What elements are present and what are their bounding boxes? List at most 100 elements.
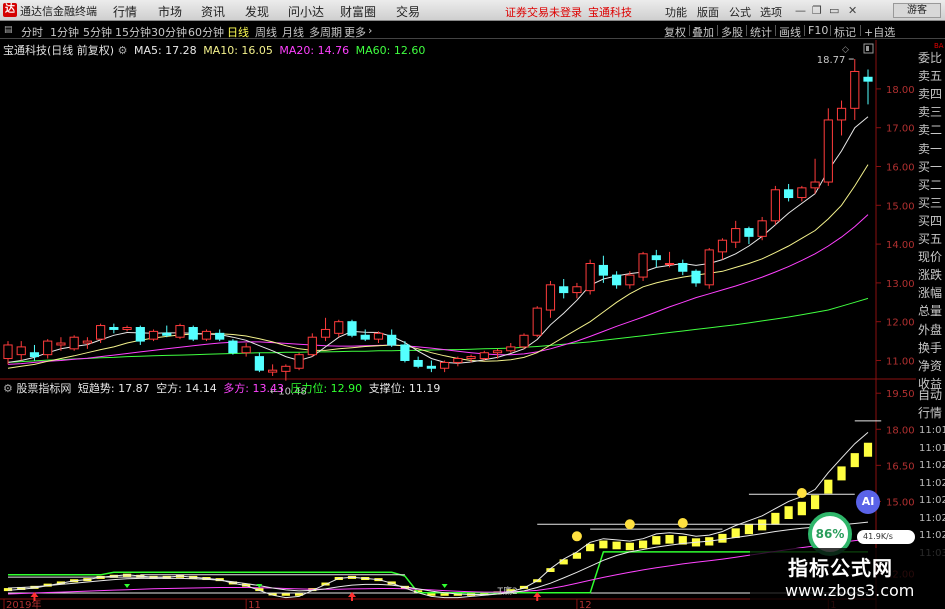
menu-function[interactable]: 功能 bbox=[665, 4, 687, 20]
indicator-short-trend: 短趋势: 17.87 bbox=[77, 382, 150, 395]
candle-down bbox=[360, 334, 370, 340]
smile-icon bbox=[571, 531, 582, 542]
menu-item-market[interactable]: 市场 bbox=[158, 3, 182, 20]
candle-down bbox=[215, 332, 225, 340]
y-tick-label: 14.00 bbox=[886, 240, 915, 251]
network-speed-badge: 41.9K/s bbox=[857, 530, 915, 544]
settings-gear-icon[interactable]: ⚙ bbox=[118, 44, 128, 57]
period-tab-60min[interactable]: 60分钟 bbox=[188, 24, 224, 40]
close-icon[interactable]: ✕ bbox=[848, 4, 857, 17]
quote-field-label: 买五 bbox=[918, 232, 943, 246]
trend-bar bbox=[612, 541, 621, 550]
period-tab-more[interactable]: 更多 bbox=[344, 24, 366, 40]
candle-up bbox=[466, 356, 476, 360]
menu-item-discover[interactable]: 发现 bbox=[245, 3, 269, 20]
guest-button[interactable]: 游客 bbox=[893, 3, 941, 18]
trend-bar bbox=[758, 519, 767, 531]
candle-up bbox=[506, 346, 516, 352]
candle-up bbox=[850, 70, 860, 109]
quote-field-label: 卖二 bbox=[918, 123, 943, 138]
panel-toggle-icon bbox=[866, 46, 869, 51]
period-tab-weekly[interactable]: 周线 bbox=[255, 24, 277, 40]
trend-bar bbox=[559, 559, 568, 565]
period-tab-intraday[interactable]: 分时 bbox=[21, 24, 43, 40]
quote-field-label: 委比 bbox=[918, 51, 943, 65]
y-tick-label: 19.50 bbox=[886, 389, 915, 400]
quote-field-label: 外盘 bbox=[918, 322, 943, 337]
candle-up bbox=[479, 352, 489, 360]
menu-item-wealth[interactable]: 财富圈 bbox=[340, 3, 376, 20]
candle-up bbox=[717, 239, 728, 253]
candle-down bbox=[188, 327, 198, 340]
indicator-line bbox=[8, 551, 868, 594]
menu-item-ask[interactable]: 问小达 bbox=[288, 3, 324, 20]
minimize-icon[interactable]: — bbox=[795, 4, 806, 17]
y-tick-label: 15.00 bbox=[886, 497, 915, 508]
indicator-resistance: 压力位: 12.90 bbox=[290, 382, 363, 395]
trend-bar bbox=[718, 533, 727, 543]
maximize-icon[interactable]: ▭ bbox=[829, 4, 839, 17]
menu-bar: 达 通达信金融终端 行情 市场 资讯 发现 问小达 财富圈 交易 证券交易未登录… bbox=[0, 0, 945, 21]
multi-stock-button[interactable]: 多股 bbox=[721, 24, 743, 40]
period-tab-5min[interactable]: 5分钟 bbox=[83, 24, 112, 40]
menu-item-quotes[interactable]: 行情 bbox=[113, 3, 137, 20]
trend-bar bbox=[784, 506, 793, 520]
candle-down bbox=[387, 334, 397, 346]
quote-field-label: 现价 bbox=[918, 250, 943, 265]
quote-field-label: 买二 bbox=[918, 177, 943, 192]
adjust-button[interactable]: 复权 bbox=[664, 24, 686, 40]
candle-down bbox=[135, 327, 145, 342]
candle-up bbox=[175, 325, 185, 338]
period-tab-1min[interactable]: 1分钟 bbox=[50, 24, 79, 40]
candle-up bbox=[664, 262, 675, 265]
tick-time: 11:02 bbox=[919, 495, 945, 506]
high-price-label: 18.77 bbox=[817, 55, 846, 66]
diamond-icon: ◇ bbox=[842, 45, 849, 55]
more-chevron-icon[interactable]: › bbox=[368, 24, 372, 37]
watermark: 指标公式网 www.zbgs3.com bbox=[750, 548, 945, 609]
period-tab-monthly[interactable]: 月线 bbox=[282, 24, 304, 40]
draw-line-button[interactable]: 画线 bbox=[779, 24, 801, 40]
candle-down bbox=[347, 321, 357, 336]
current-stock-name: 宝通科技 bbox=[588, 6, 632, 19]
quote-field-label: 买三 bbox=[918, 195, 943, 210]
kline-chart[interactable]: ◇ 11.00 12.00 13.00 14.00 15.00 16.00 17.00 18.0… bbox=[0, 40, 916, 609]
list-icon[interactable]: ▤ bbox=[4, 25, 14, 35]
login-status[interactable]: 证券交易未登录 bbox=[505, 4, 582, 20]
toolbar-divider bbox=[775, 25, 776, 36]
f10-button[interactable]: F10 bbox=[808, 24, 828, 37]
mark-button[interactable]: 标记 bbox=[834, 24, 856, 40]
stats-button[interactable]: 统计 bbox=[750, 24, 772, 40]
candle-down bbox=[691, 270, 701, 284]
candle-up bbox=[69, 336, 79, 350]
main-chart-title: 宝通科技(日线 前复权) bbox=[3, 44, 115, 57]
period-tab-daily[interactable]: 日线 bbox=[227, 24, 249, 40]
menu-item-trade[interactable]: 交易 bbox=[396, 3, 420, 20]
candle-down bbox=[29, 352, 40, 358]
period-tab-30min[interactable]: 30分钟 bbox=[151, 24, 187, 40]
restore-icon[interactable]: ❐ bbox=[812, 4, 822, 17]
menu-formula[interactable]: 公式 bbox=[729, 4, 751, 20]
sell-arrow-icon bbox=[441, 584, 448, 588]
candle-down bbox=[413, 359, 423, 367]
candle-up bbox=[294, 354, 304, 369]
tick-time: 11:02 bbox=[919, 460, 945, 471]
period-tab-15min[interactable]: 15分钟 bbox=[115, 24, 151, 40]
candle-up bbox=[836, 107, 847, 121]
tick-time: 11:01 bbox=[919, 442, 945, 454]
menu-layout[interactable]: 版面 bbox=[697, 4, 719, 20]
quote-field-label: 卖四 bbox=[918, 87, 943, 102]
menu-item-news[interactable]: 资讯 bbox=[201, 3, 225, 20]
candle-down bbox=[598, 264, 608, 276]
candle-up bbox=[757, 220, 767, 237]
menu-options[interactable]: 选项 bbox=[760, 4, 782, 20]
app-title: 通达信金融终端 bbox=[20, 5, 97, 18]
candle-up bbox=[731, 228, 741, 243]
ai-assistant-button[interactable]: AI bbox=[856, 490, 880, 514]
candle-down bbox=[109, 327, 119, 330]
overlay-button[interactable]: 叠加 bbox=[692, 24, 714, 40]
period-tab-multi[interactable]: 多周期 bbox=[309, 24, 342, 40]
add-watchlist-button[interactable]: +自选 bbox=[864, 24, 895, 40]
trend-bar bbox=[599, 540, 608, 549]
indicator-gear-icon[interactable]: ⚙ bbox=[3, 382, 13, 395]
